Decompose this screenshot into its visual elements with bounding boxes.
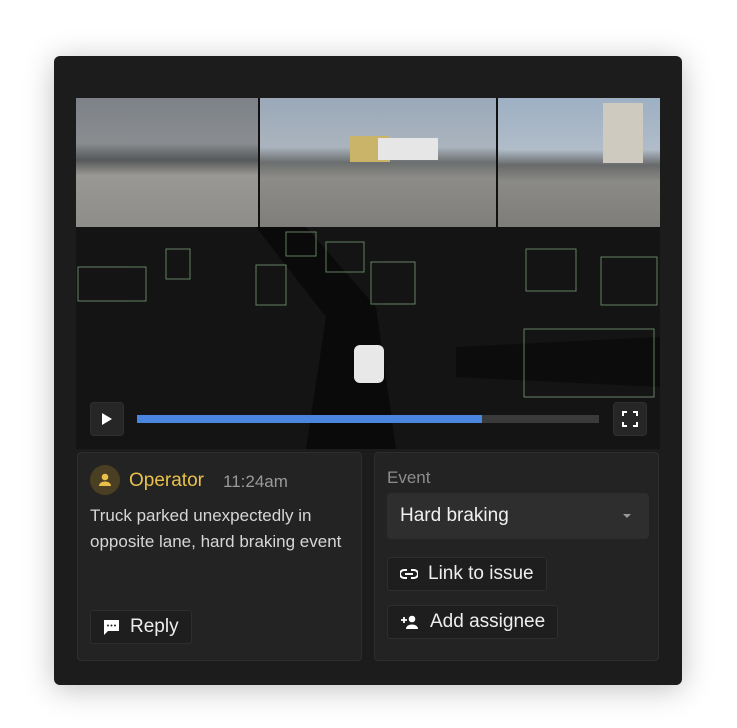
play-icon: [102, 413, 112, 425]
event-review-card: Operator 11:24am Truck parked unexpected…: [54, 56, 682, 685]
play-button[interactable]: [90, 402, 124, 436]
detection-box: [77, 266, 147, 302]
camera-left: [76, 98, 258, 227]
comment-panel: Operator 11:24am Truck parked unexpected…: [77, 452, 362, 661]
reply-button[interactable]: Reply: [90, 610, 192, 644]
fullscreen-icon: [622, 411, 638, 427]
person-icon: [99, 473, 111, 486]
detection-box: [370, 261, 416, 305]
road-cross: [456, 337, 660, 387]
avatar: [90, 465, 120, 495]
link-icon: [400, 569, 418, 579]
camera-front: [260, 98, 496, 227]
link-to-issue-button[interactable]: Link to issue: [387, 557, 547, 591]
event-panel: Event Hard braking Link to issue Add ass…: [374, 452, 659, 661]
building: [603, 103, 643, 163]
link-to-issue-label: Link to issue: [428, 563, 534, 584]
add-assignee-label: Add assignee: [430, 611, 546, 632]
comment-icon: [104, 619, 119, 635]
event-label: Event: [387, 468, 431, 487]
progress-slider[interactable]: [137, 415, 599, 423]
event-select[interactable]: Hard braking: [387, 493, 649, 539]
camera-strip: [76, 98, 660, 227]
add-assignee-button[interactable]: Add assignee: [387, 605, 559, 639]
camera-right: [498, 98, 660, 227]
add-person-icon: [401, 615, 418, 629]
detection-box: [600, 256, 658, 306]
comment-text: Truck parked unexpectedly in opposite la…: [90, 506, 342, 551]
detection-box: [525, 248, 577, 292]
comment-time: 11:24am: [223, 472, 288, 491]
ego-vehicle: [354, 345, 384, 383]
fullscreen-button[interactable]: [613, 402, 647, 436]
detection-box: [165, 248, 191, 280]
comment-author: Operator: [129, 470, 204, 491]
truck-trailer: [378, 138, 438, 160]
progress-fill: [137, 415, 482, 423]
chevron-down-icon: [623, 514, 631, 518]
detection-box: [255, 264, 287, 306]
event-selected-value: Hard braking: [400, 505, 509, 526]
reply-label: Reply: [130, 616, 179, 637]
